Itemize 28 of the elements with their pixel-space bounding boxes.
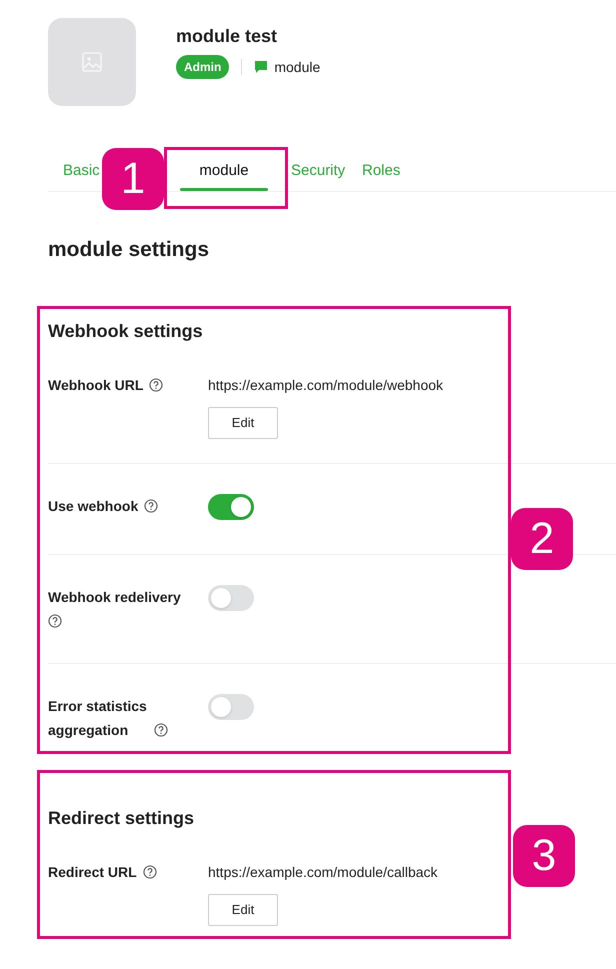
tab[interactable]: module <box>180 150 268 192</box>
help-icon[interactable] <box>48 614 62 628</box>
help-icon[interactable] <box>144 498 158 512</box>
toggle-switch[interactable] <box>208 494 254 520</box>
toggle-switch[interactable] <box>208 694 254 720</box>
role-badge: Admin <box>176 55 230 79</box>
callout-badge: 2 <box>511 508 573 570</box>
field-label: Use webhook <box>48 496 138 516</box>
app-title: module test <box>176 25 278 48</box>
page-heading: module settings <box>48 237 210 263</box>
url-value: https://example.com/module/callback <box>208 862 438 882</box>
chat-bubble-icon <box>254 60 268 74</box>
section-title: Webhook settings <box>48 320 204 342</box>
edit-button[interactable]: Edit <box>208 406 278 438</box>
help-icon[interactable] <box>154 722 168 736</box>
help-icon[interactable] <box>149 378 164 392</box>
field-label: Webhook redelivery <box>48 588 181 607</box>
callout-badge: 3 <box>513 825 575 887</box>
section-title: Redirect settings <box>48 806 196 830</box>
help-icon[interactable] <box>142 864 157 878</box>
field-label: Webhook URL <box>48 376 144 394</box>
field-label: Error statistics aggregation <box>48 696 148 740</box>
channel-name: module <box>274 58 320 76</box>
field-label: Redirect URL <box>48 862 137 882</box>
edit-button[interactable]: Edit <box>208 894 278 926</box>
toggle-switch[interactable] <box>208 584 254 610</box>
callout-badge: 1 <box>102 148 164 210</box>
url-value: https://example.com/module/webhook <box>208 376 444 395</box>
